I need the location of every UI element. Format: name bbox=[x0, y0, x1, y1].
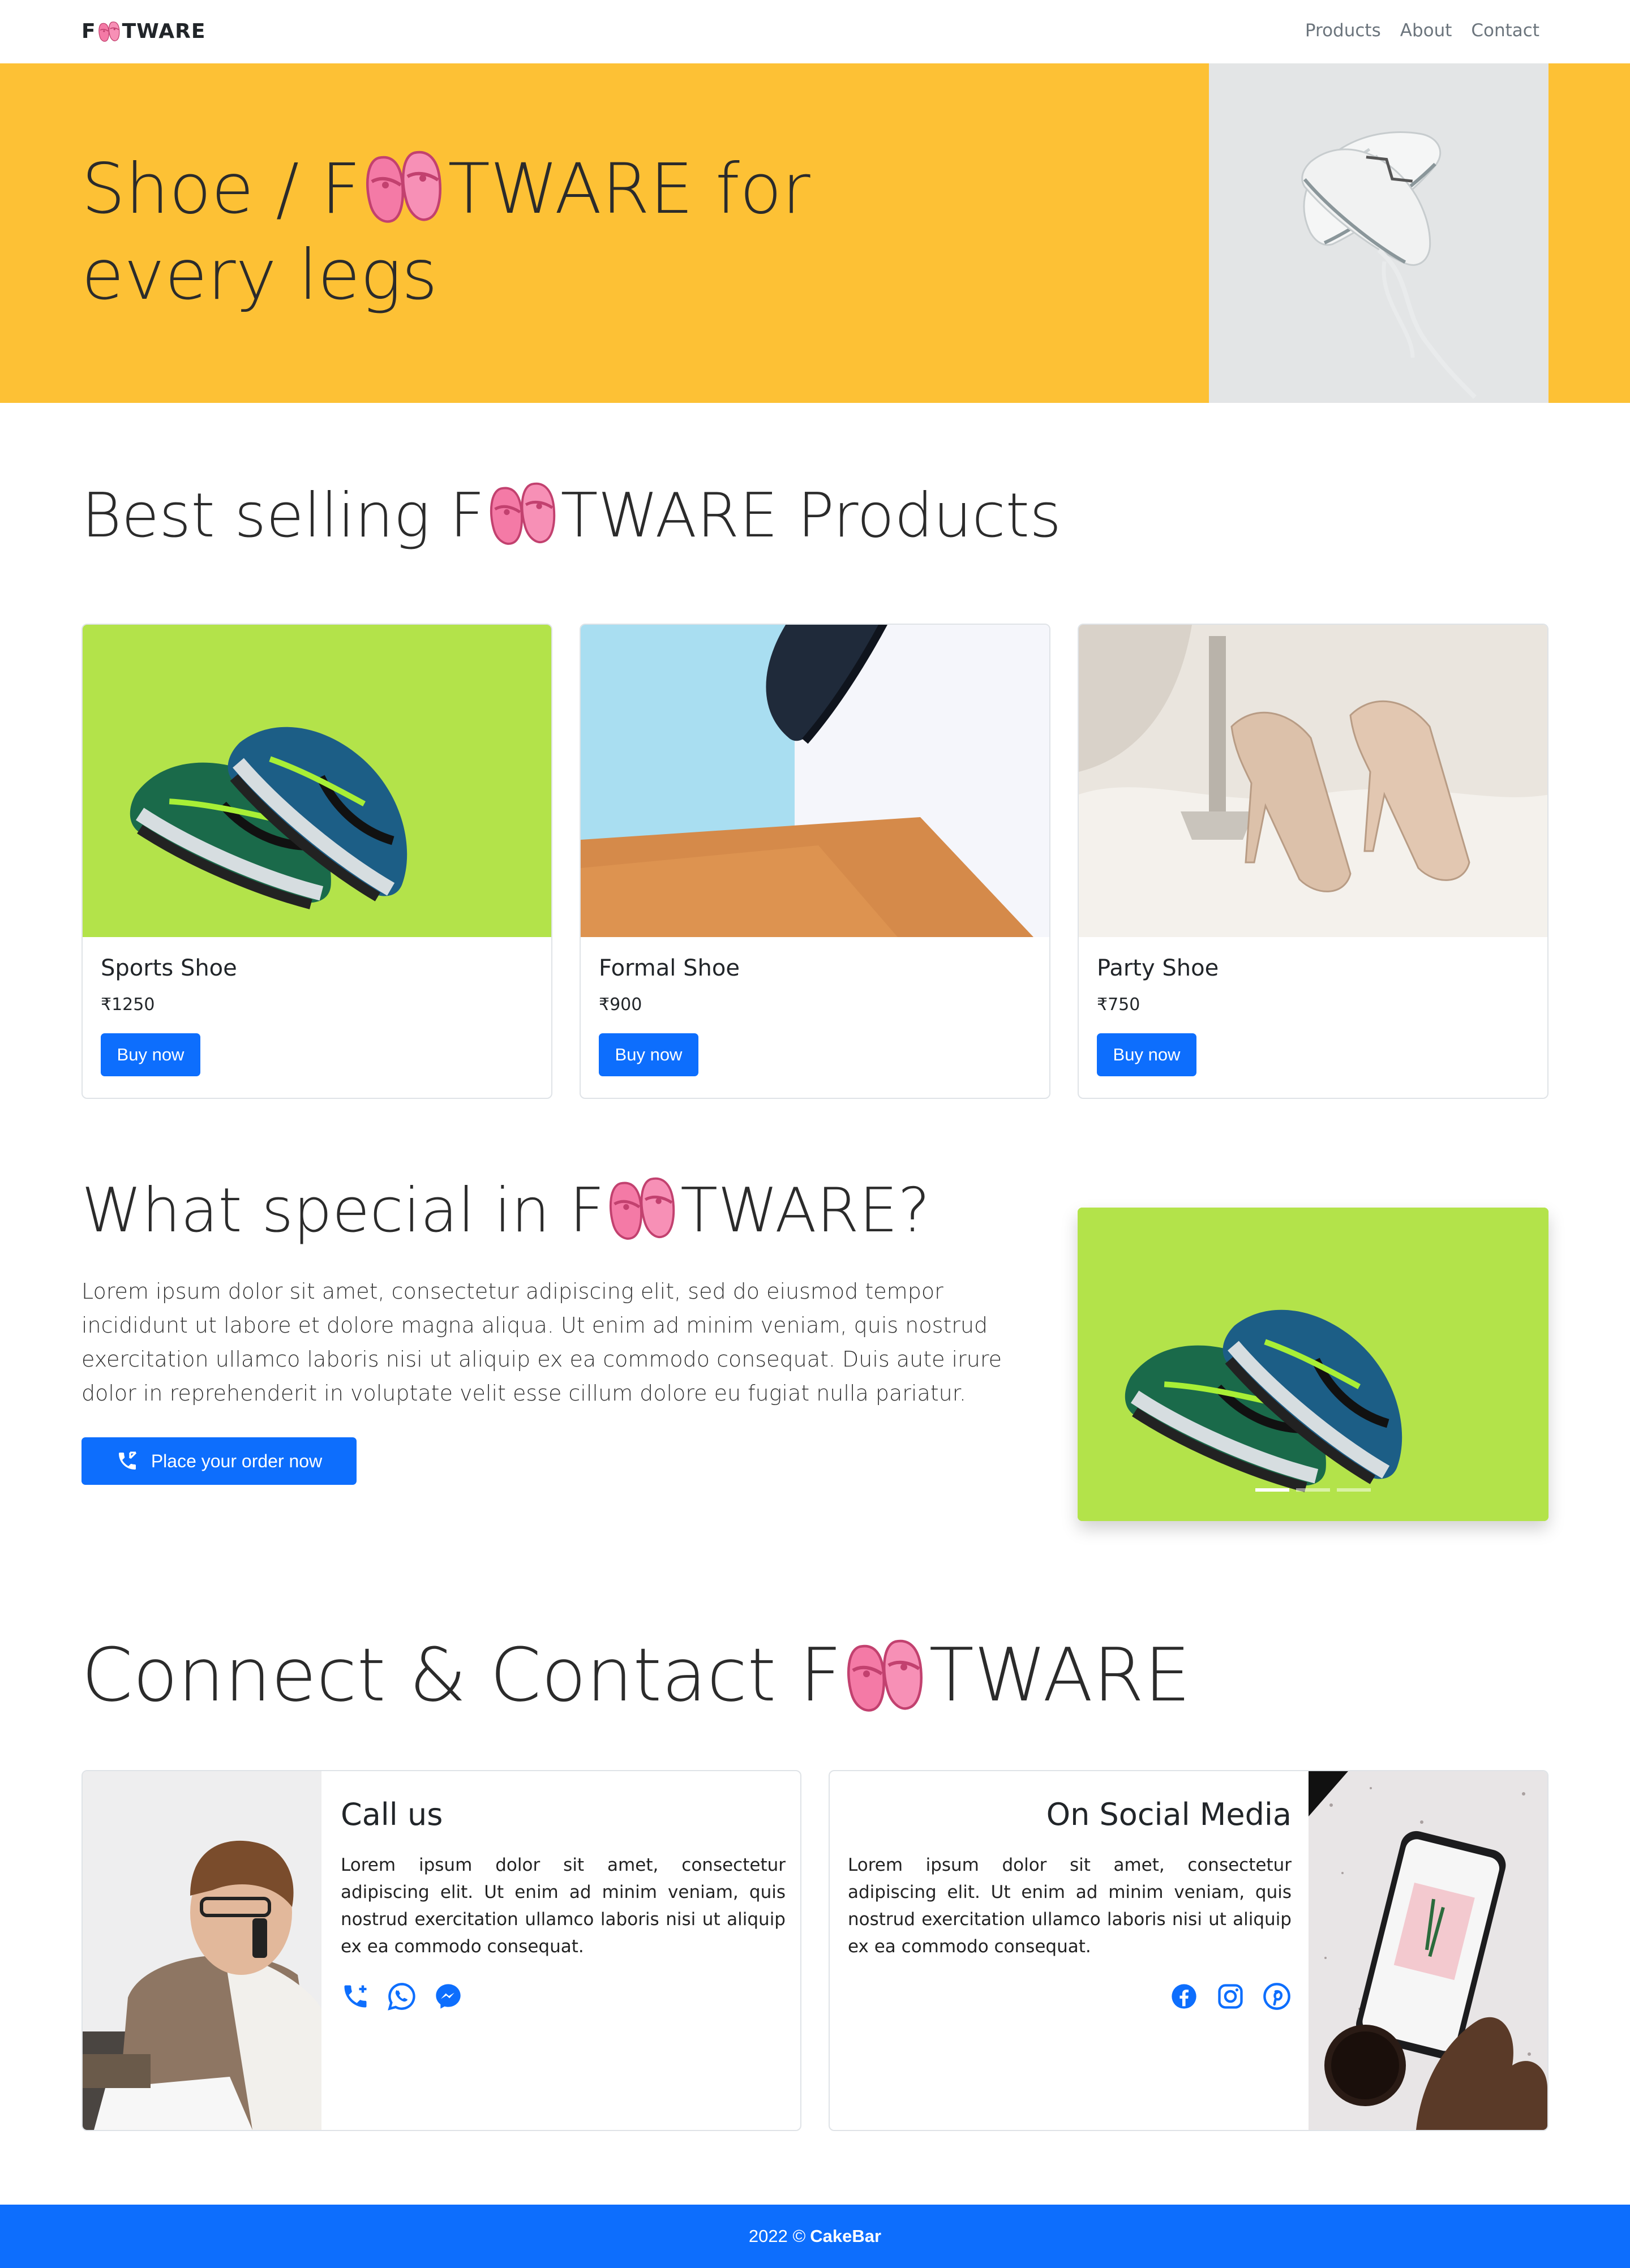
brand-suffix: TWARE bbox=[122, 19, 206, 43]
phone-in-hand-image bbox=[1309, 1771, 1547, 2130]
buy-now-button[interactable]: Buy now bbox=[599, 1033, 698, 1076]
product-card-party: Party Shoe ₹750 Buy now bbox=[1078, 624, 1548, 1099]
special-title-prefix: What special in F bbox=[82, 1175, 605, 1246]
call-us-heading: Call us bbox=[341, 1797, 443, 1832]
special-description: Lorem ipsum dolor sit amet, consectetur … bbox=[82, 1279, 1002, 1406]
contact-title-suffix: TWARE bbox=[929, 1632, 1191, 1718]
special-heading: What special in F TWARE? bbox=[82, 1170, 930, 1251]
slipper-icon bbox=[97, 19, 121, 43]
product-price: ₹750 bbox=[1097, 995, 1140, 1015]
hero-title-suffix: TWARE for bbox=[448, 149, 810, 229]
messenger-icon[interactable] bbox=[434, 1982, 463, 2011]
nav-links: Products About Contact bbox=[1305, 20, 1539, 41]
best-title-prefix: Best selling F bbox=[82, 480, 485, 551]
whatsapp-icon[interactable] bbox=[387, 1982, 417, 2011]
brand-logo[interactable]: F TWARE bbox=[82, 19, 205, 43]
nav-link-contact[interactable]: Contact bbox=[1471, 20, 1539, 41]
special-title-suffix: TWARE? bbox=[680, 1175, 930, 1246]
hero-banner: Shoe / F TWARE for every legs bbox=[0, 63, 1630, 403]
best-title-suffix: TWARE Products bbox=[560, 480, 1062, 551]
social-media-heading: On Social Media bbox=[1046, 1797, 1292, 1832]
navbar: F TWARE Products About Contact bbox=[0, 0, 1630, 63]
phone-icon bbox=[118, 1451, 136, 1470]
hero-title-prefix: Shoe / F bbox=[82, 149, 361, 229]
product-card-sports: Sports Shoe ₹1250 Buy now bbox=[82, 624, 552, 1099]
product-card-formal: Formal Shoe ₹900 Buy now bbox=[580, 624, 1050, 1099]
call-us-description: Lorem ipsum dolor sit amet, consectetur … bbox=[341, 1855, 786, 1957]
pinterest-icon[interactable] bbox=[1262, 1982, 1292, 2011]
product-price: ₹1250 bbox=[101, 995, 155, 1015]
social-media-card: On Social Media Lorem ipsum dolor sit am… bbox=[829, 1770, 1548, 2131]
footer-brand: CakeBar bbox=[810, 2226, 882, 2246]
social-media-description: Lorem ipsum dolor sit amet, consectetur … bbox=[848, 1855, 1292, 1957]
carousel-indicator-3[interactable] bbox=[1337, 1488, 1371, 1492]
buy-now-button[interactable]: Buy now bbox=[1097, 1033, 1196, 1076]
buy-now-button[interactable]: Buy now bbox=[101, 1033, 200, 1076]
product-name: Sports Shoe bbox=[101, 955, 237, 981]
carousel-indicator-2[interactable] bbox=[1296, 1488, 1330, 1492]
party-shoe-image bbox=[1079, 625, 1547, 937]
sports-shoe-image bbox=[83, 625, 551, 937]
footer-copyright: 2022 © bbox=[748, 2226, 806, 2246]
contact-title-prefix: Connect & Contact F bbox=[82, 1632, 842, 1718]
best-selling-heading: Best selling F TWARE Products bbox=[82, 475, 1061, 553]
nav-link-about[interactable]: About bbox=[1400, 20, 1452, 41]
slipper-icon bbox=[362, 143, 447, 227]
brand-prefix: F bbox=[82, 19, 96, 43]
place-order-button[interactable]: Place your order now bbox=[82, 1437, 357, 1485]
phone-icon[interactable] bbox=[341, 1982, 370, 2011]
woman-on-phone-image bbox=[83, 1771, 321, 2130]
call-us-card: Call us Lorem ipsum dolor sit amet, cons… bbox=[82, 1770, 801, 2131]
instagram-icon[interactable] bbox=[1216, 1982, 1245, 2011]
formal-shoe-image bbox=[581, 625, 1049, 937]
slipper-icon bbox=[843, 1631, 928, 1716]
contact-heading: Connect & Contact F TWARE bbox=[82, 1630, 1191, 1720]
slipper-icon bbox=[606, 1170, 679, 1244]
product-price: ₹900 bbox=[599, 995, 642, 1015]
facebook-icon[interactable] bbox=[1169, 1982, 1199, 2011]
hero-title: Shoe / F TWARE for every legs bbox=[82, 143, 874, 318]
carousel-indicators bbox=[1078, 1488, 1548, 1492]
footer: 2022 © CakeBar bbox=[0, 2205, 1630, 2268]
slipper-icon bbox=[486, 475, 560, 549]
product-name: Party Shoe bbox=[1097, 955, 1219, 981]
carousel-indicator-1[interactable] bbox=[1255, 1488, 1289, 1492]
nav-link-products[interactable]: Products bbox=[1305, 20, 1381, 41]
product-name: Formal Shoe bbox=[599, 955, 740, 981]
hero-title-line2: every legs bbox=[82, 235, 438, 315]
place-order-label: Place your order now bbox=[151, 1450, 323, 1471]
hero-sneakers-image bbox=[1209, 63, 1548, 403]
product-carousel[interactable] bbox=[1078, 1208, 1548, 1521]
